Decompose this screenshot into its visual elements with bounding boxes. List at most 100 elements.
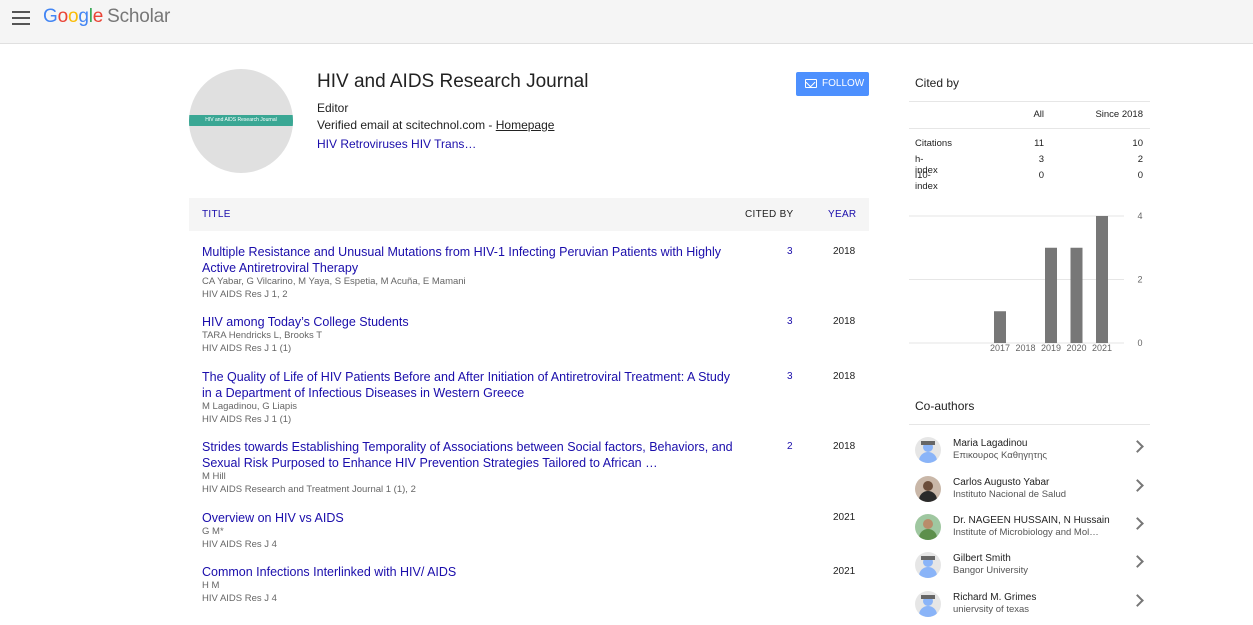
verified-email-text: Verified email at scitechnol.com - [317, 118, 496, 132]
table-row: HIV among Today’s College Students TARA … [202, 314, 872, 355]
cited-by-count[interactable]: 3 [787, 371, 793, 382]
stat-since: 0 [1137, 170, 1143, 181]
article-venue: HIV AIDS Res J 1 (1) [202, 342, 292, 354]
coauthor-name: Maria Lagadinou [953, 438, 1028, 449]
coauthor-avatar [915, 552, 941, 578]
x-tick-label: 2018 [1015, 343, 1035, 353]
article-venue: HIV AIDS Res J 1 (1) [202, 413, 292, 425]
article-title[interactable]: HIV among Today’s College Students [202, 314, 742, 330]
coauthor-item[interactable]: Carlos Augusto Yabar Instituto Nacional … [915, 474, 1150, 510]
divider [909, 424, 1150, 425]
chevron-right-icon[interactable] [1131, 555, 1144, 568]
article-venue: HIV AIDS Research and Treatment Journal … [202, 483, 416, 495]
coauthor-avatar [915, 437, 941, 463]
stat-since: 10 [1132, 138, 1143, 149]
stat-all: 3 [1038, 154, 1044, 165]
coauthor-avatar [915, 591, 941, 617]
research-interests-link[interactable]: HIV Retroviruses HIV Trans… [317, 137, 476, 151]
x-tick-label: 2021 [1092, 343, 1112, 353]
bar-2020[interactable] [1070, 247, 1083, 343]
coauthor-name: Carlos Augusto Yabar [953, 477, 1050, 488]
table-row: Strides towards Establishing Temporality… [202, 439, 872, 496]
table-row: Multiple Resistance and Unusual Mutation… [202, 244, 872, 301]
x-tick-label: 2020 [1066, 343, 1086, 353]
article-venue: HIV AIDS Res J 4 [202, 592, 277, 604]
coauthor-affiliation: Bangor University [953, 565, 1028, 576]
article-authors: H M [202, 580, 220, 591]
chevron-right-icon[interactable] [1131, 479, 1144, 492]
article-authors: M Hill [202, 471, 226, 482]
coauthor-item[interactable]: Gilbert Smith Bangor University [915, 550, 1150, 586]
sort-by-cited[interactable]: CITED BY [745, 209, 794, 220]
sort-by-year[interactable]: YEAR [828, 209, 856, 220]
coauthor-name: Dr. NAGEEN HUSSAIN, N Hussain [953, 515, 1110, 526]
coauthors-title: Co-authors [915, 399, 975, 413]
bar-2019[interactable] [1045, 247, 1057, 343]
articles-table-header: TITLE CITED BY YEAR [189, 198, 869, 231]
col-since: Since 2018 [1095, 109, 1143, 120]
profile-name: HIV and AIDS Research Journal [317, 71, 589, 92]
coauthor-affiliation: Instituto Nacional de Salud [953, 489, 1067, 500]
article-authors: CA Yabar, G Vilcarino, M Yaya, S Espetia… [202, 276, 466, 287]
coauthor-item[interactable]: Dr. NAGEEN HUSSAIN, N Hussain Institute … [915, 512, 1150, 548]
coauthor-item[interactable]: Maria Lagadinou Επικουρος Καθηγητης [915, 435, 1150, 471]
article-title[interactable]: Multiple Resistance and Unusual Mutation… [202, 244, 742, 276]
y-tick-label: 0 [1137, 338, 1142, 348]
cited-by-count[interactable]: 2 [787, 441, 793, 452]
cited-by-count[interactable]: 3 [787, 316, 793, 327]
divider [909, 101, 1150, 102]
x-tick-label: 2019 [1041, 343, 1061, 353]
hamburger-menu-icon[interactable] [12, 11, 30, 25]
follow-button[interactable]: FOLLOW [796, 72, 869, 96]
coauthor-item[interactable]: Richard M. Grimes uniervsity of texas [915, 589, 1150, 625]
article-title[interactable]: Strides towards Establishing Temporality… [202, 439, 742, 471]
article-authors: TARA Hendricks L, Brooks T [202, 330, 323, 341]
article-year: 2021 [833, 512, 856, 523]
y-tick-label: 4 [1137, 211, 1142, 221]
article-year: 2018 [833, 316, 856, 327]
divider [909, 128, 1150, 129]
google-scholar-logo[interactable]: Google Scholar [43, 6, 170, 28]
article-year: 2018 [833, 371, 856, 382]
bar-2021[interactable] [1096, 216, 1108, 343]
table-row: Overview on HIV vs AIDS G M* HIV AIDS Re… [202, 510, 872, 551]
article-venue: HIV AIDS Res J 1, 2 [202, 288, 288, 300]
article-title[interactable]: The Quality of Life of HIV Patients Befo… [202, 369, 742, 401]
homepage-link[interactable]: Homepage [496, 118, 555, 132]
coauthor-affiliation: Επικουρος Καθηγητης [953, 450, 1047, 461]
chevron-right-icon[interactable] [1131, 594, 1144, 607]
avatar-band-text: HIV and AIDS Research Journal [189, 115, 293, 126]
coauthor-affiliation: uniervsity of texas [953, 604, 1030, 615]
article-title[interactable]: Common Infections Interlinked with HIV/ … [202, 564, 742, 580]
x-tick-label: 2017 [990, 343, 1010, 353]
article-year: 2021 [833, 566, 856, 577]
chevron-right-icon[interactable] [1131, 517, 1144, 530]
stat-all: 0 [1038, 170, 1044, 181]
article-authors: G M* [202, 526, 224, 537]
profile-email: Verified email at scitechnol.com - Homep… [317, 118, 554, 132]
article-authors: M Lagadinou, G Liapis [202, 401, 298, 412]
bar-2017[interactable] [994, 311, 1006, 343]
profile-affiliation: Editor [317, 101, 349, 115]
profile-avatar: HIV and AIDS Research Journal [189, 69, 293, 173]
stat-label: Citations [915, 138, 952, 149]
sort-by-title[interactable]: TITLE [202, 209, 231, 220]
stat-since: 2 [1137, 154, 1143, 165]
coauthor-name: Richard M. Grimes [953, 592, 1037, 603]
table-row: The Quality of Life of HIV Patients Befo… [202, 369, 872, 426]
citations-per-year-chart: 0 2 4 2017 2018 2019 2020 2021 [909, 211, 1143, 353]
y-tick-label: 2 [1137, 275, 1142, 285]
stat-label: i10-index [915, 170, 938, 192]
coauthor-avatar [915, 514, 941, 540]
mail-icon [805, 79, 817, 88]
article-year: 2018 [833, 246, 856, 257]
coauthor-avatar [915, 476, 941, 502]
col-all: All [1033, 109, 1044, 120]
follow-label: FOLLOW [822, 78, 865, 89]
coauthor-name: Gilbert Smith [953, 553, 1011, 564]
article-title[interactable]: Overview on HIV vs AIDS [202, 510, 742, 526]
chevron-right-icon[interactable] [1131, 440, 1144, 453]
article-year: 2018 [833, 441, 856, 452]
top-bar: Google Scholar [0, 0, 1253, 44]
cited-by-count[interactable]: 3 [787, 246, 793, 257]
